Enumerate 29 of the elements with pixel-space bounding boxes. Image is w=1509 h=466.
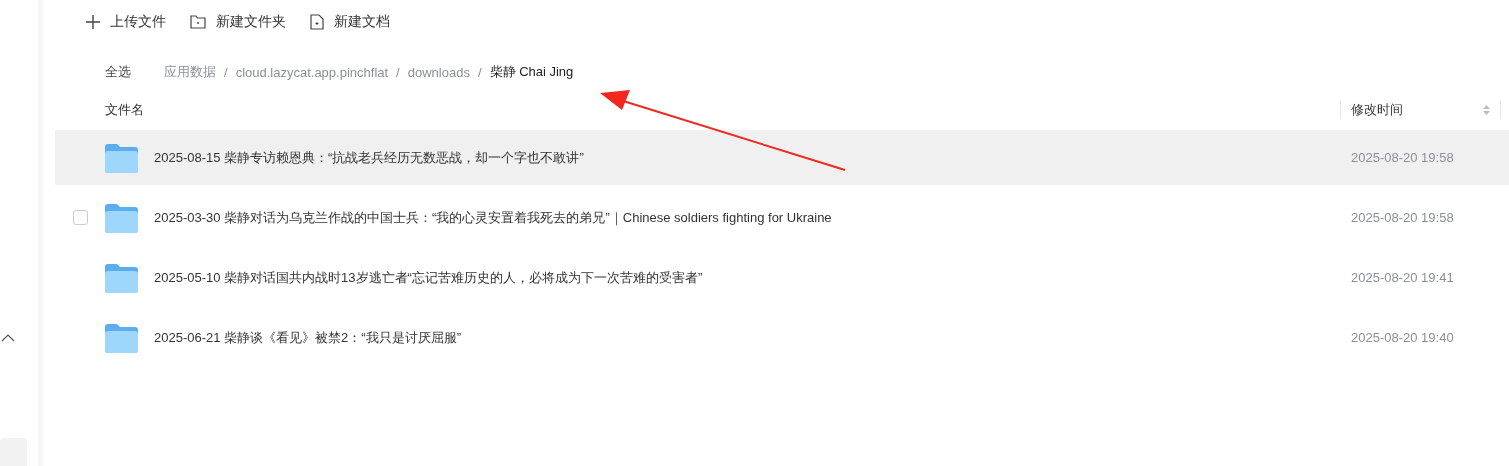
checkbox[interactable]	[72, 210, 88, 225]
folder-icon	[105, 202, 138, 233]
folder-icon	[105, 142, 138, 173]
table-row[interactable]: 2025-08-15 柴静专访赖恩典：“抗战老兵经历无数恶战，却一个字也不敢讲” 2025-08-20 19:58	[55, 130, 1509, 185]
breadcrumb-separator: /	[477, 64, 482, 80]
chevron-up-icon[interactable]	[1, 334, 15, 342]
modified-time: 2025-08-20 19:41	[1351, 270, 1455, 285]
column-header: 文件名	[105, 101, 145, 119]
breadcrumb-separator: /	[396, 64, 400, 80]
folder-plus-icon	[190, 15, 206, 29]
plus-icon	[86, 15, 100, 29]
toolbar-button[interactable]: 新建文件夹	[190, 13, 286, 31]
folder-icon	[105, 262, 138, 293]
file-name[interactable]: 2025-08-15 柴静专访赖恩典：“抗战老兵经历无数恶战，却一个字也不敢讲”	[154, 148, 1351, 167]
sort-icon[interactable]	[1483, 105, 1490, 115]
modified-time: 2025-08-20 19:58	[1351, 150, 1455, 165]
toolbar-button[interactable]: 上传文件	[86, 13, 166, 31]
column-header[interactable]: 修改时间	[1351, 101, 1403, 119]
breadcrumb-separator: /	[224, 64, 228, 80]
modified-time: 2025-08-20 19:58	[1351, 210, 1455, 225]
file-name[interactable]: 2025-05-10 柴静对话国共内战时13岁逃亡者“忘记苦难历史的人，必将成为下一次苦难的受害者”	[154, 268, 1351, 287]
select-all-link[interactable]: 全选	[105, 63, 131, 81]
toolbar-button[interactable]: 新建文档	[310, 13, 390, 31]
document-plus-icon	[310, 14, 324, 30]
file-name[interactable]: 2025-03-30 柴静对话为乌克兰作战的中国士兵：“我的心灵安置着我死去的弟兄”｜Chinese soldiers fighting for Ukraine	[154, 208, 1351, 227]
file-name[interactable]: 2025-06-21 柴静谈《看见》被禁2：“我只是讨厌屈服”	[154, 328, 1351, 347]
folder-icon	[105, 322, 138, 353]
modified-time: 2025-08-20 19:40	[1351, 330, 1455, 345]
breadcrumb-item[interactable]: 柴静 Chai Jing	[489, 63, 574, 81]
